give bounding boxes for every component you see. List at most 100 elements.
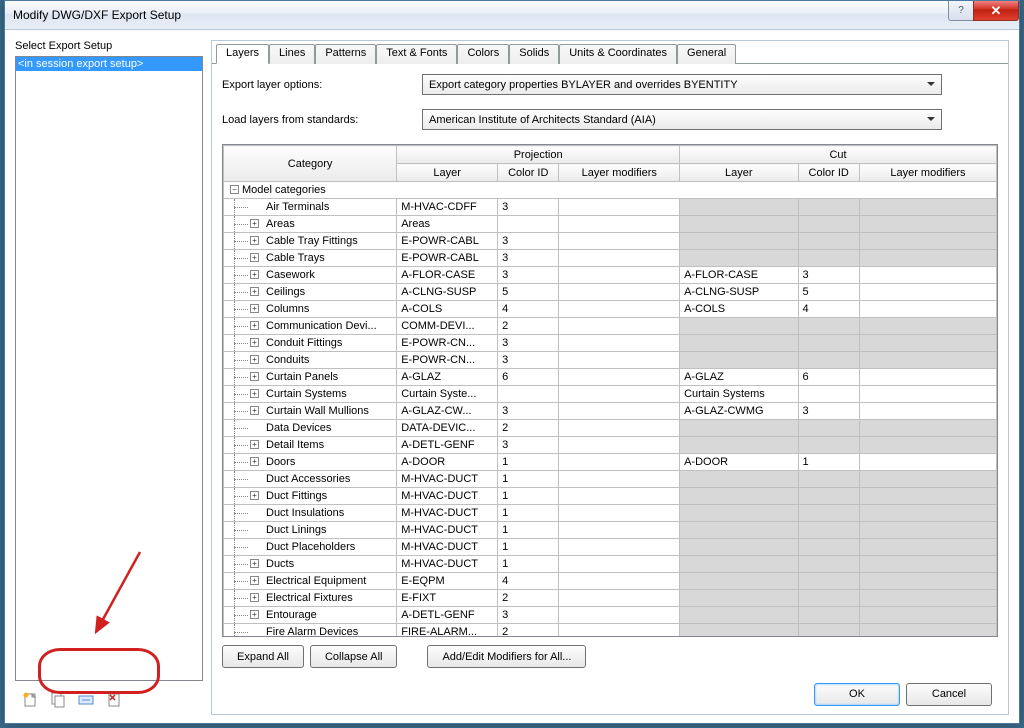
- cell[interactable]: [798, 522, 859, 539]
- cell[interactable]: [680, 624, 798, 637]
- cell[interactable]: [680, 318, 798, 335]
- tab-layers[interactable]: Layers: [216, 44, 269, 64]
- category-cell[interactable]: +Cable Tray Fittings: [224, 233, 397, 250]
- cell[interactable]: [859, 352, 996, 369]
- table-row[interactable]: Duct PlaceholdersM-HVAC-DUCT1: [224, 539, 997, 556]
- cell[interactable]: Areas: [397, 216, 498, 233]
- tab-colors[interactable]: Colors: [457, 44, 509, 64]
- cell[interactable]: [859, 301, 996, 318]
- tab-patterns[interactable]: Patterns: [315, 44, 376, 64]
- cell[interactable]: [680, 335, 798, 352]
- category-cell[interactable]: +Columns: [224, 301, 397, 318]
- category-cell[interactable]: +Electrical Equipment: [224, 573, 397, 590]
- table-row[interactable]: +Detail ItemsA-DETL-GENF3: [224, 437, 997, 454]
- cell[interactable]: A-GLAZ-CWMG: [680, 403, 798, 420]
- category-cell[interactable]: +Conduit Fittings: [224, 335, 397, 352]
- cell[interactable]: [680, 250, 798, 267]
- cell[interactable]: [680, 522, 798, 539]
- cell[interactable]: [798, 352, 859, 369]
- cell[interactable]: [680, 216, 798, 233]
- table-row[interactable]: Data DevicesDATA-DEVIC...2: [224, 420, 997, 437]
- cell[interactable]: [798, 573, 859, 590]
- cell[interactable]: FIRE-ALARM...: [397, 624, 498, 637]
- cell[interactable]: [680, 539, 798, 556]
- collapse-all-button[interactable]: Collapse All: [310, 645, 397, 668]
- cell[interactable]: [859, 216, 996, 233]
- cell[interactable]: 1: [498, 556, 559, 573]
- cell[interactable]: [798, 250, 859, 267]
- table-row[interactable]: +CaseworkA-FLOR-CASE3A-FLOR-CASE3: [224, 267, 997, 284]
- category-cell[interactable]: +Electrical Fixtures: [224, 590, 397, 607]
- cell[interactable]: M-HVAC-DUCT: [397, 522, 498, 539]
- cell[interactable]: 1: [798, 454, 859, 471]
- cell[interactable]: E-POWR-CABL: [397, 233, 498, 250]
- cell[interactable]: [798, 216, 859, 233]
- cell[interactable]: [559, 250, 680, 267]
- cell[interactable]: [859, 386, 996, 403]
- cell[interactable]: A-DOOR: [680, 454, 798, 471]
- cell[interactable]: [859, 488, 996, 505]
- cell[interactable]: 2: [498, 624, 559, 637]
- cell[interactable]: 3: [798, 403, 859, 420]
- expand-all-button[interactable]: Expand All: [222, 645, 304, 668]
- cell[interactable]: [798, 471, 859, 488]
- table-row[interactable]: Fire Alarm DevicesFIRE-ALARM...2: [224, 624, 997, 637]
- col-projection[interactable]: Projection: [397, 146, 680, 164]
- cell[interactable]: A-FLOR-CASE: [397, 267, 498, 284]
- cell[interactable]: 1: [498, 488, 559, 505]
- cell[interactable]: [859, 624, 996, 637]
- new-setup-icon[interactable]: [21, 691, 39, 709]
- cell[interactable]: [559, 267, 680, 284]
- cell[interactable]: [680, 233, 798, 250]
- cell[interactable]: M-HVAC-DUCT: [397, 505, 498, 522]
- col-layer-modifiers[interactable]: Layer modifiers: [559, 164, 680, 182]
- cell[interactable]: 3: [498, 403, 559, 420]
- cell[interactable]: A-DETL-GENF: [397, 607, 498, 624]
- cell[interactable]: M-HVAC-DUCT: [397, 539, 498, 556]
- cell[interactable]: 3: [498, 335, 559, 352]
- cell[interactable]: [680, 488, 798, 505]
- cell[interactable]: [559, 335, 680, 352]
- cell[interactable]: [859, 607, 996, 624]
- table-row[interactable]: +AreasAreas: [224, 216, 997, 233]
- cell[interactable]: A-GLAZ: [397, 369, 498, 386]
- cell[interactable]: [559, 199, 680, 216]
- cell[interactable]: A-COLS: [397, 301, 498, 318]
- cell[interactable]: [559, 216, 680, 233]
- category-cell[interactable]: +Areas: [224, 216, 397, 233]
- cell[interactable]: 3: [498, 233, 559, 250]
- cell[interactable]: 6: [798, 369, 859, 386]
- cell[interactable]: [559, 471, 680, 488]
- col-cut[interactable]: Cut: [680, 146, 997, 164]
- table-row[interactable]: +Curtain Wall MullionsA-GLAZ-CW...3A-GLA…: [224, 403, 997, 420]
- cell[interactable]: Curtain Systems: [680, 386, 798, 403]
- cell[interactable]: [859, 454, 996, 471]
- tab-solids[interactable]: Solids: [509, 44, 559, 64]
- cell[interactable]: [859, 335, 996, 352]
- table-row[interactable]: +Electrical EquipmentE-EQPM4: [224, 573, 997, 590]
- cell[interactable]: [798, 505, 859, 522]
- cell[interactable]: E-POWR-CN...: [397, 352, 498, 369]
- table-row[interactable]: +Communication Devi...COMM-DEVI...2: [224, 318, 997, 335]
- cell[interactable]: [859, 471, 996, 488]
- cell[interactable]: [498, 216, 559, 233]
- cell[interactable]: 1: [498, 522, 559, 539]
- category-cell[interactable]: +Doors: [224, 454, 397, 471]
- duplicate-setup-icon[interactable]: [49, 691, 67, 709]
- cell[interactable]: [798, 624, 859, 637]
- cell[interactable]: [559, 403, 680, 420]
- close-button[interactable]: ✕: [973, 1, 1019, 21]
- col-color-id[interactable]: Color ID: [498, 164, 559, 182]
- cell[interactable]: [680, 573, 798, 590]
- col-layer[interactable]: Layer: [397, 164, 498, 182]
- table-row[interactable]: +Conduit FittingsE-POWR-CN...3: [224, 335, 997, 352]
- cell[interactable]: M-HVAC-DUCT: [397, 556, 498, 573]
- cell[interactable]: [559, 556, 680, 573]
- cell[interactable]: 2: [498, 318, 559, 335]
- tab-text-fonts[interactable]: Text & Fonts: [376, 44, 457, 64]
- col-color-id[interactable]: Color ID: [798, 164, 859, 182]
- cell[interactable]: Curtain Syste...: [397, 386, 498, 403]
- tab-units-coordinates[interactable]: Units & Coordinates: [559, 44, 677, 64]
- table-row[interactable]: +Duct FittingsM-HVAC-DUCT1: [224, 488, 997, 505]
- table-row[interactable]: Air TerminalsM-HVAC-CDFF3: [224, 199, 997, 216]
